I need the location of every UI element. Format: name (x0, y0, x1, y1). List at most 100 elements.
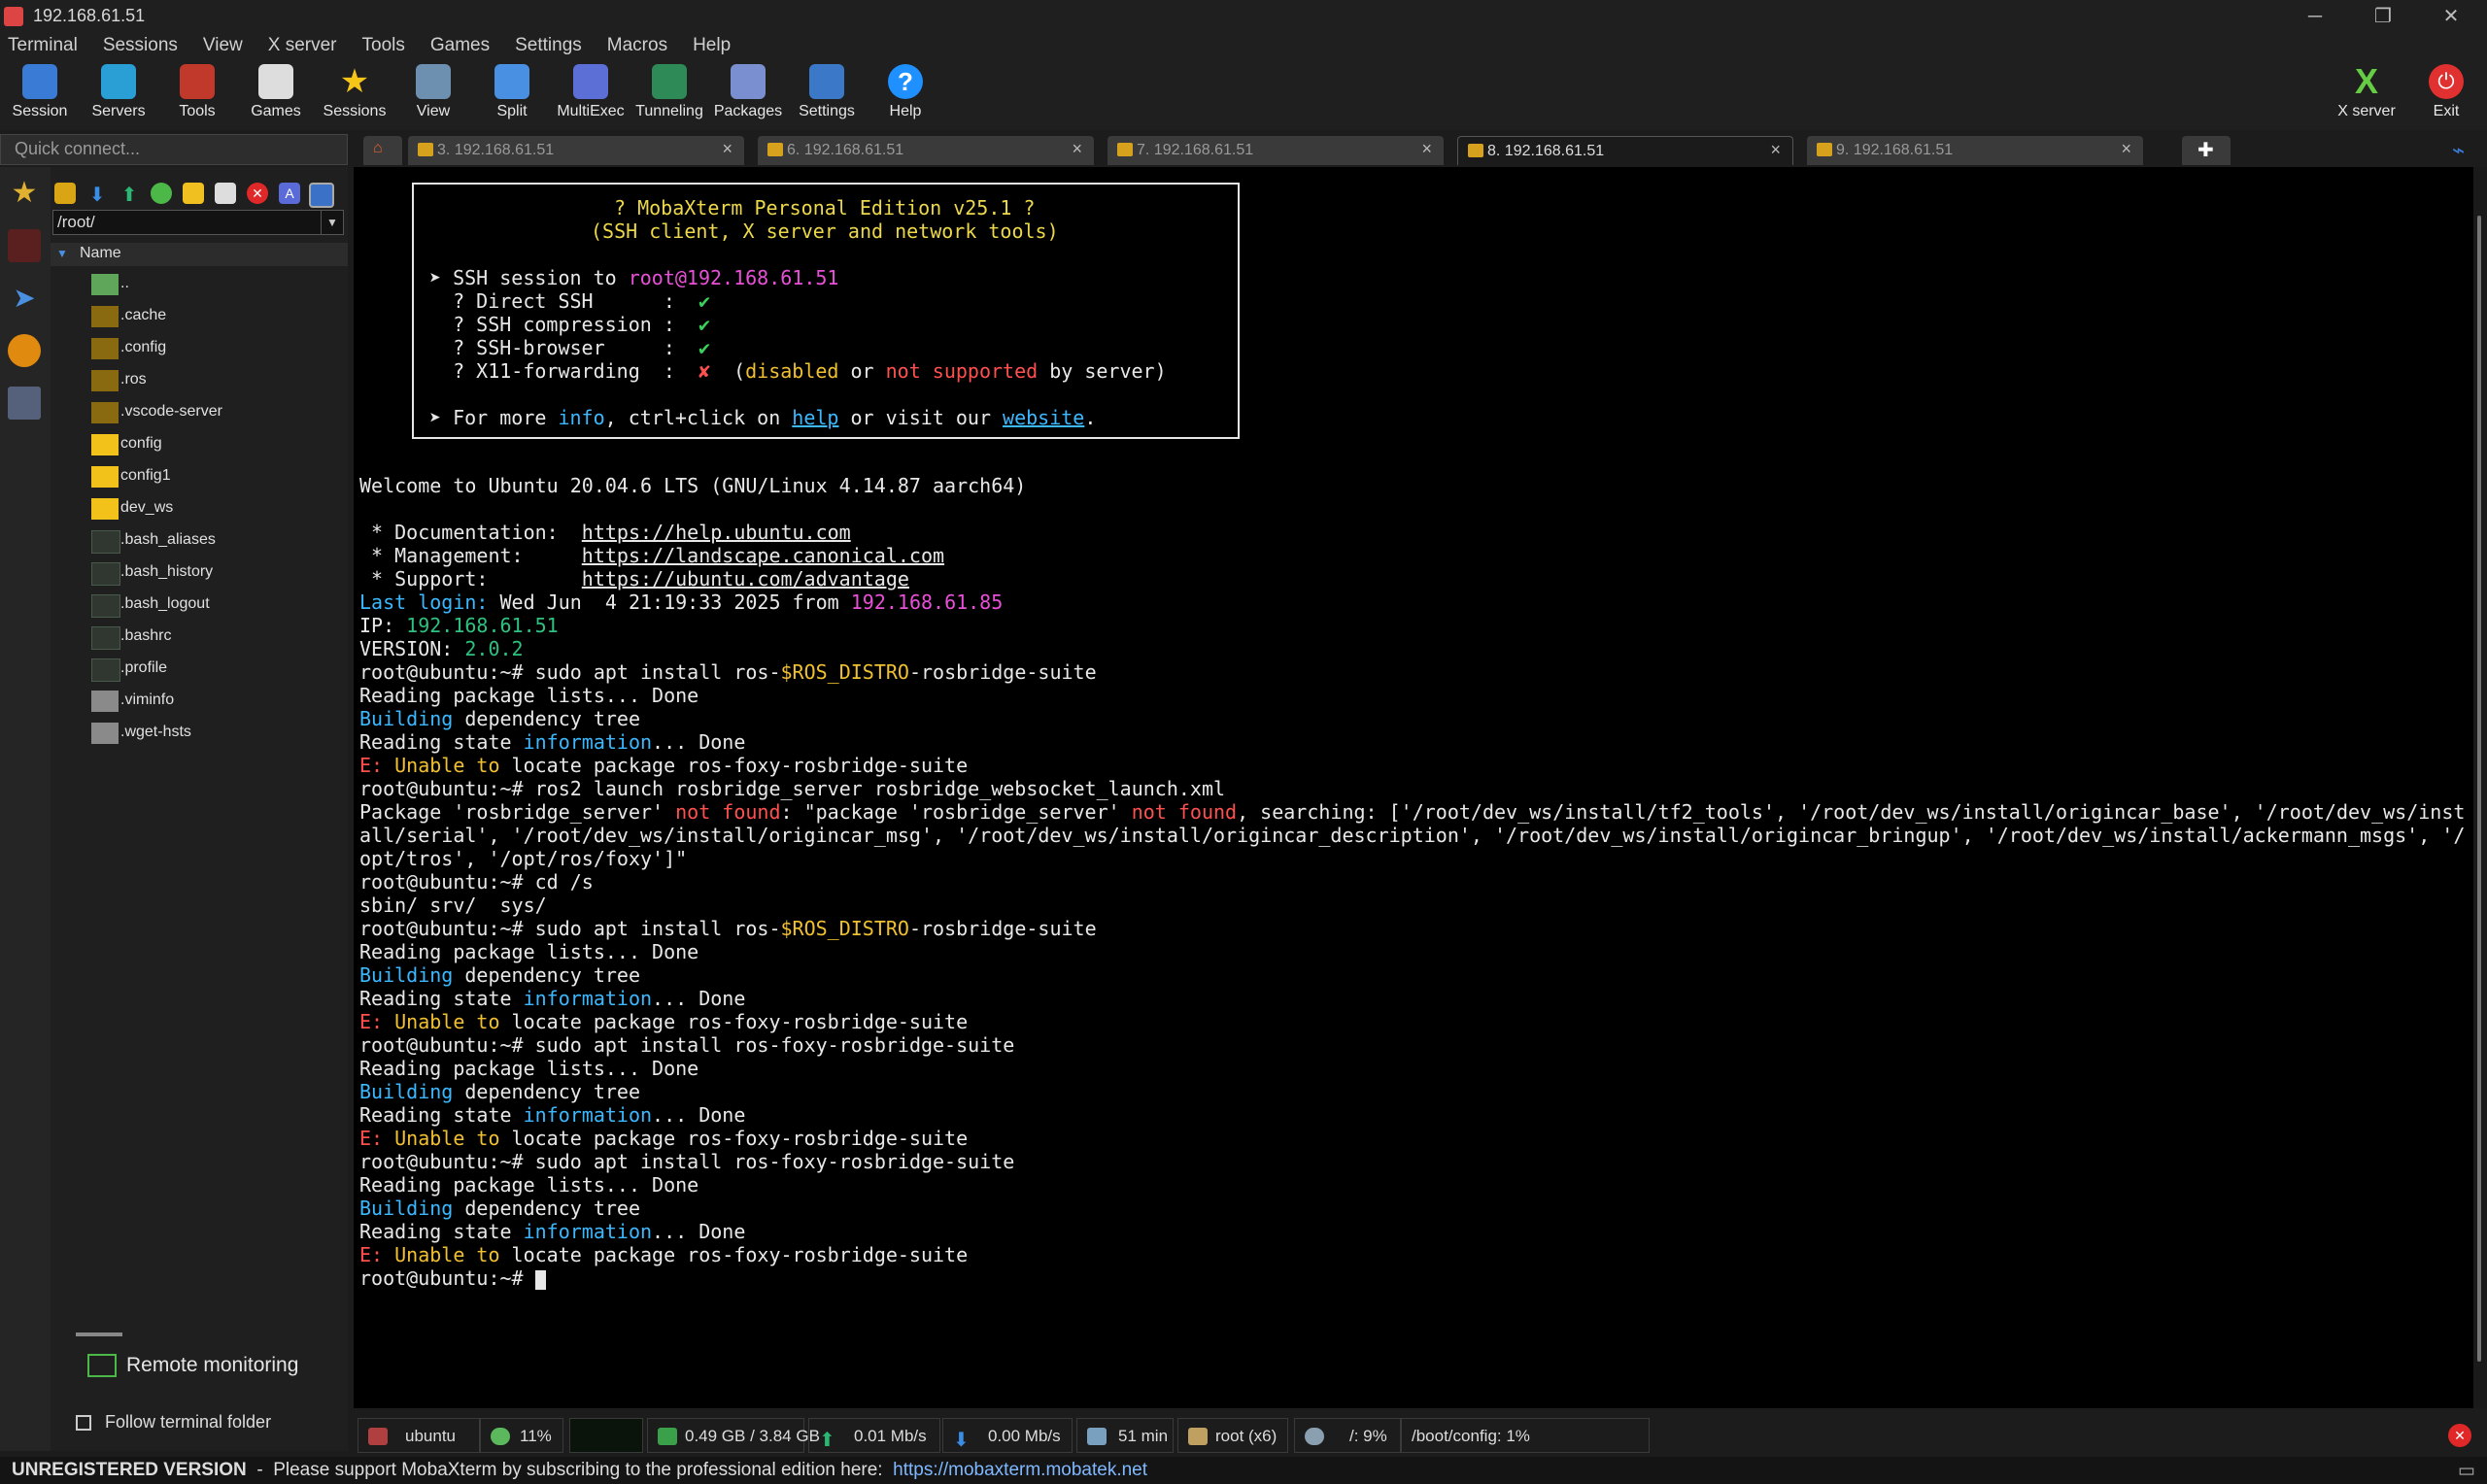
tab-session-6[interactable]: 6. 192.168.61.51 × (758, 136, 1094, 165)
list-item[interactable]: .vscode-server (87, 398, 340, 425)
support-link[interactable]: https://ubuntu.com/advantage (582, 567, 909, 590)
exit-button[interactable]: ⏻ Exit (2407, 62, 2485, 130)
multiexec-button[interactable]: MultiExec (552, 62, 630, 130)
chevron-down-icon[interactable]: ▼ (321, 211, 343, 234)
games-button[interactable]: Games (237, 62, 315, 130)
close-tab-icon[interactable]: × (1770, 140, 1781, 160)
menu-tools[interactable]: Tools (362, 33, 405, 56)
maximize-button[interactable]: ❐ (2349, 0, 2417, 33)
new-file-icon[interactable] (215, 183, 236, 204)
splitter-handle[interactable] (76, 1332, 122, 1336)
menu-macros[interactable]: Macros (607, 33, 667, 56)
home-tab[interactable]: ⌂ (363, 136, 402, 165)
status-download: ⬇ 0.00 Mb/s (942, 1418, 1073, 1453)
monitor-icon (87, 1354, 117, 1378)
new-tab-button[interactable]: ✚ (2182, 136, 2231, 165)
list-item[interactable]: config (87, 430, 340, 457)
settings-button[interactable]: Settings (788, 62, 866, 130)
terminal-prompt-line[interactable]: root@ubuntu:~# (359, 1266, 546, 1290)
gear-icon (809, 64, 844, 99)
status-user: root (x6) (1177, 1418, 1288, 1453)
close-tab-icon[interactable]: × (722, 139, 732, 159)
upload-icon[interactable]: ⬆ (119, 183, 140, 206)
script-file-icon (91, 626, 120, 650)
follow-terminal-checkbox[interactable]: Follow terminal folder (76, 1412, 271, 1433)
list-item[interactable]: .viminfo (87, 687, 340, 714)
servers-button[interactable]: Servers (80, 62, 157, 130)
list-item[interactable]: .bash_history (87, 558, 340, 586)
tab-session-7[interactable]: 7. 192.168.61.51 × (1107, 136, 1444, 165)
delete-icon[interactable]: ✕ (247, 183, 268, 204)
terminal-line: Last login: Wed Jun 4 21:19:33 2025 from… (359, 590, 1004, 614)
send-icon[interactable]: ➤ (8, 282, 41, 315)
session-button[interactable]: Session (1, 62, 79, 130)
sessions-button[interactable]: ★ Sessions (316, 62, 393, 130)
tunneling-button[interactable]: Tunneling (630, 62, 708, 130)
menu-games[interactable]: Games (430, 33, 490, 56)
file-icon (91, 691, 119, 712)
quick-connect-input[interactable]: Quick connect... (0, 134, 348, 165)
tab-session-8[interactable]: 8. 192.168.61.51 × (1457, 136, 1793, 165)
cpu-icon (491, 1428, 510, 1445)
refresh-icon[interactable] (151, 183, 172, 204)
chat-icon[interactable]: ▭ (2458, 1460, 2475, 1482)
website-link[interactable]: website (1003, 406, 1084, 429)
download-icon[interactable]: ⬇ (86, 183, 108, 206)
packages-button[interactable]: Packages (709, 62, 787, 130)
new-folder-icon[interactable] (183, 183, 204, 204)
menu-settings[interactable]: Settings (515, 33, 582, 56)
terminal-scrollbar[interactable] (2473, 167, 2487, 1408)
path-field[interactable]: /root/▼ (52, 210, 344, 235)
list-item[interactable]: dev_ws (87, 494, 340, 522)
view-button[interactable]: View (394, 62, 472, 130)
tools-icon[interactable] (8, 229, 41, 262)
doc-link[interactable]: https://help.ubuntu.com (582, 521, 851, 544)
tab-session-9[interactable]: 9. 192.168.61.51 × (1807, 136, 2143, 165)
xserver-button[interactable]: XX server (2328, 62, 2405, 130)
list-item[interactable]: .profile (87, 655, 340, 682)
mgmt-link[interactable]: https://landscape.canonical.com (582, 544, 944, 567)
attach-icon[interactable]: ⌁ (2452, 138, 2465, 163)
list-item[interactable]: .cache (87, 302, 340, 329)
menu-xserver[interactable]: X server (268, 33, 337, 56)
menu-terminal[interactable]: Terminal (8, 33, 78, 56)
tab-session-3[interactable]: 3. 192.168.61.51 × (408, 136, 744, 165)
column-header-name[interactable]: ▼ Name (51, 243, 348, 266)
macro-icon[interactable] (8, 387, 41, 420)
list-item[interactable]: .ros (87, 366, 340, 393)
list-item[interactable]: .bash_aliases (87, 526, 340, 554)
tools-button[interactable]: Tools (158, 62, 236, 130)
checkbox[interactable] (76, 1415, 91, 1432)
folder-up-icon[interactable] (54, 183, 76, 204)
sort-icon: ▼ (56, 247, 68, 260)
menu-view[interactable]: View (203, 33, 243, 56)
list-item[interactable]: .config (87, 334, 340, 361)
list-item[interactable]: .bashrc (87, 623, 340, 650)
close-tab-icon[interactable]: × (1421, 139, 1432, 159)
minimize-button[interactable]: ─ (2281, 0, 2349, 33)
menu-sessions[interactable]: Sessions (103, 33, 178, 56)
close-tab-icon[interactable]: × (1072, 139, 1082, 159)
view-icon (416, 64, 451, 99)
remote-monitoring-button[interactable]: Remote monitoring (87, 1354, 298, 1378)
list-item[interactable]: .. (87, 270, 340, 297)
split-button[interactable]: Split (473, 62, 551, 130)
parent-folder-icon (91, 274, 119, 295)
toggle-view-icon[interactable] (309, 183, 334, 208)
mobatek-link[interactable]: https://mobaxterm.mobatek.net (893, 1460, 1147, 1480)
help-button[interactable]: ? Help (867, 62, 944, 130)
sftp-icon[interactable] (8, 334, 41, 367)
help-link[interactable]: help (792, 406, 838, 429)
scrollbar-thumb[interactable] (2477, 216, 2481, 1362)
menu-help[interactable]: Help (693, 33, 731, 56)
list-item[interactable]: .bash_logout (87, 590, 340, 618)
rename-icon[interactable]: A (279, 183, 300, 204)
star-icon[interactable]: ★ (8, 177, 41, 210)
list-item[interactable]: config1 (87, 462, 340, 489)
terminal-line: root@ubuntu:~# sudo apt install ros-$ROS… (359, 917, 1097, 940)
close-session-icon[interactable]: ✕ (2448, 1424, 2471, 1447)
close-tab-icon[interactable]: × (2121, 139, 2131, 159)
close-button[interactable]: ✕ (2417, 0, 2485, 33)
list-item[interactable]: .wget-hsts (87, 719, 340, 746)
terminal[interactable]: ? MobaXterm Personal Edition v25.1 ? (SS… (354, 167, 2473, 1408)
